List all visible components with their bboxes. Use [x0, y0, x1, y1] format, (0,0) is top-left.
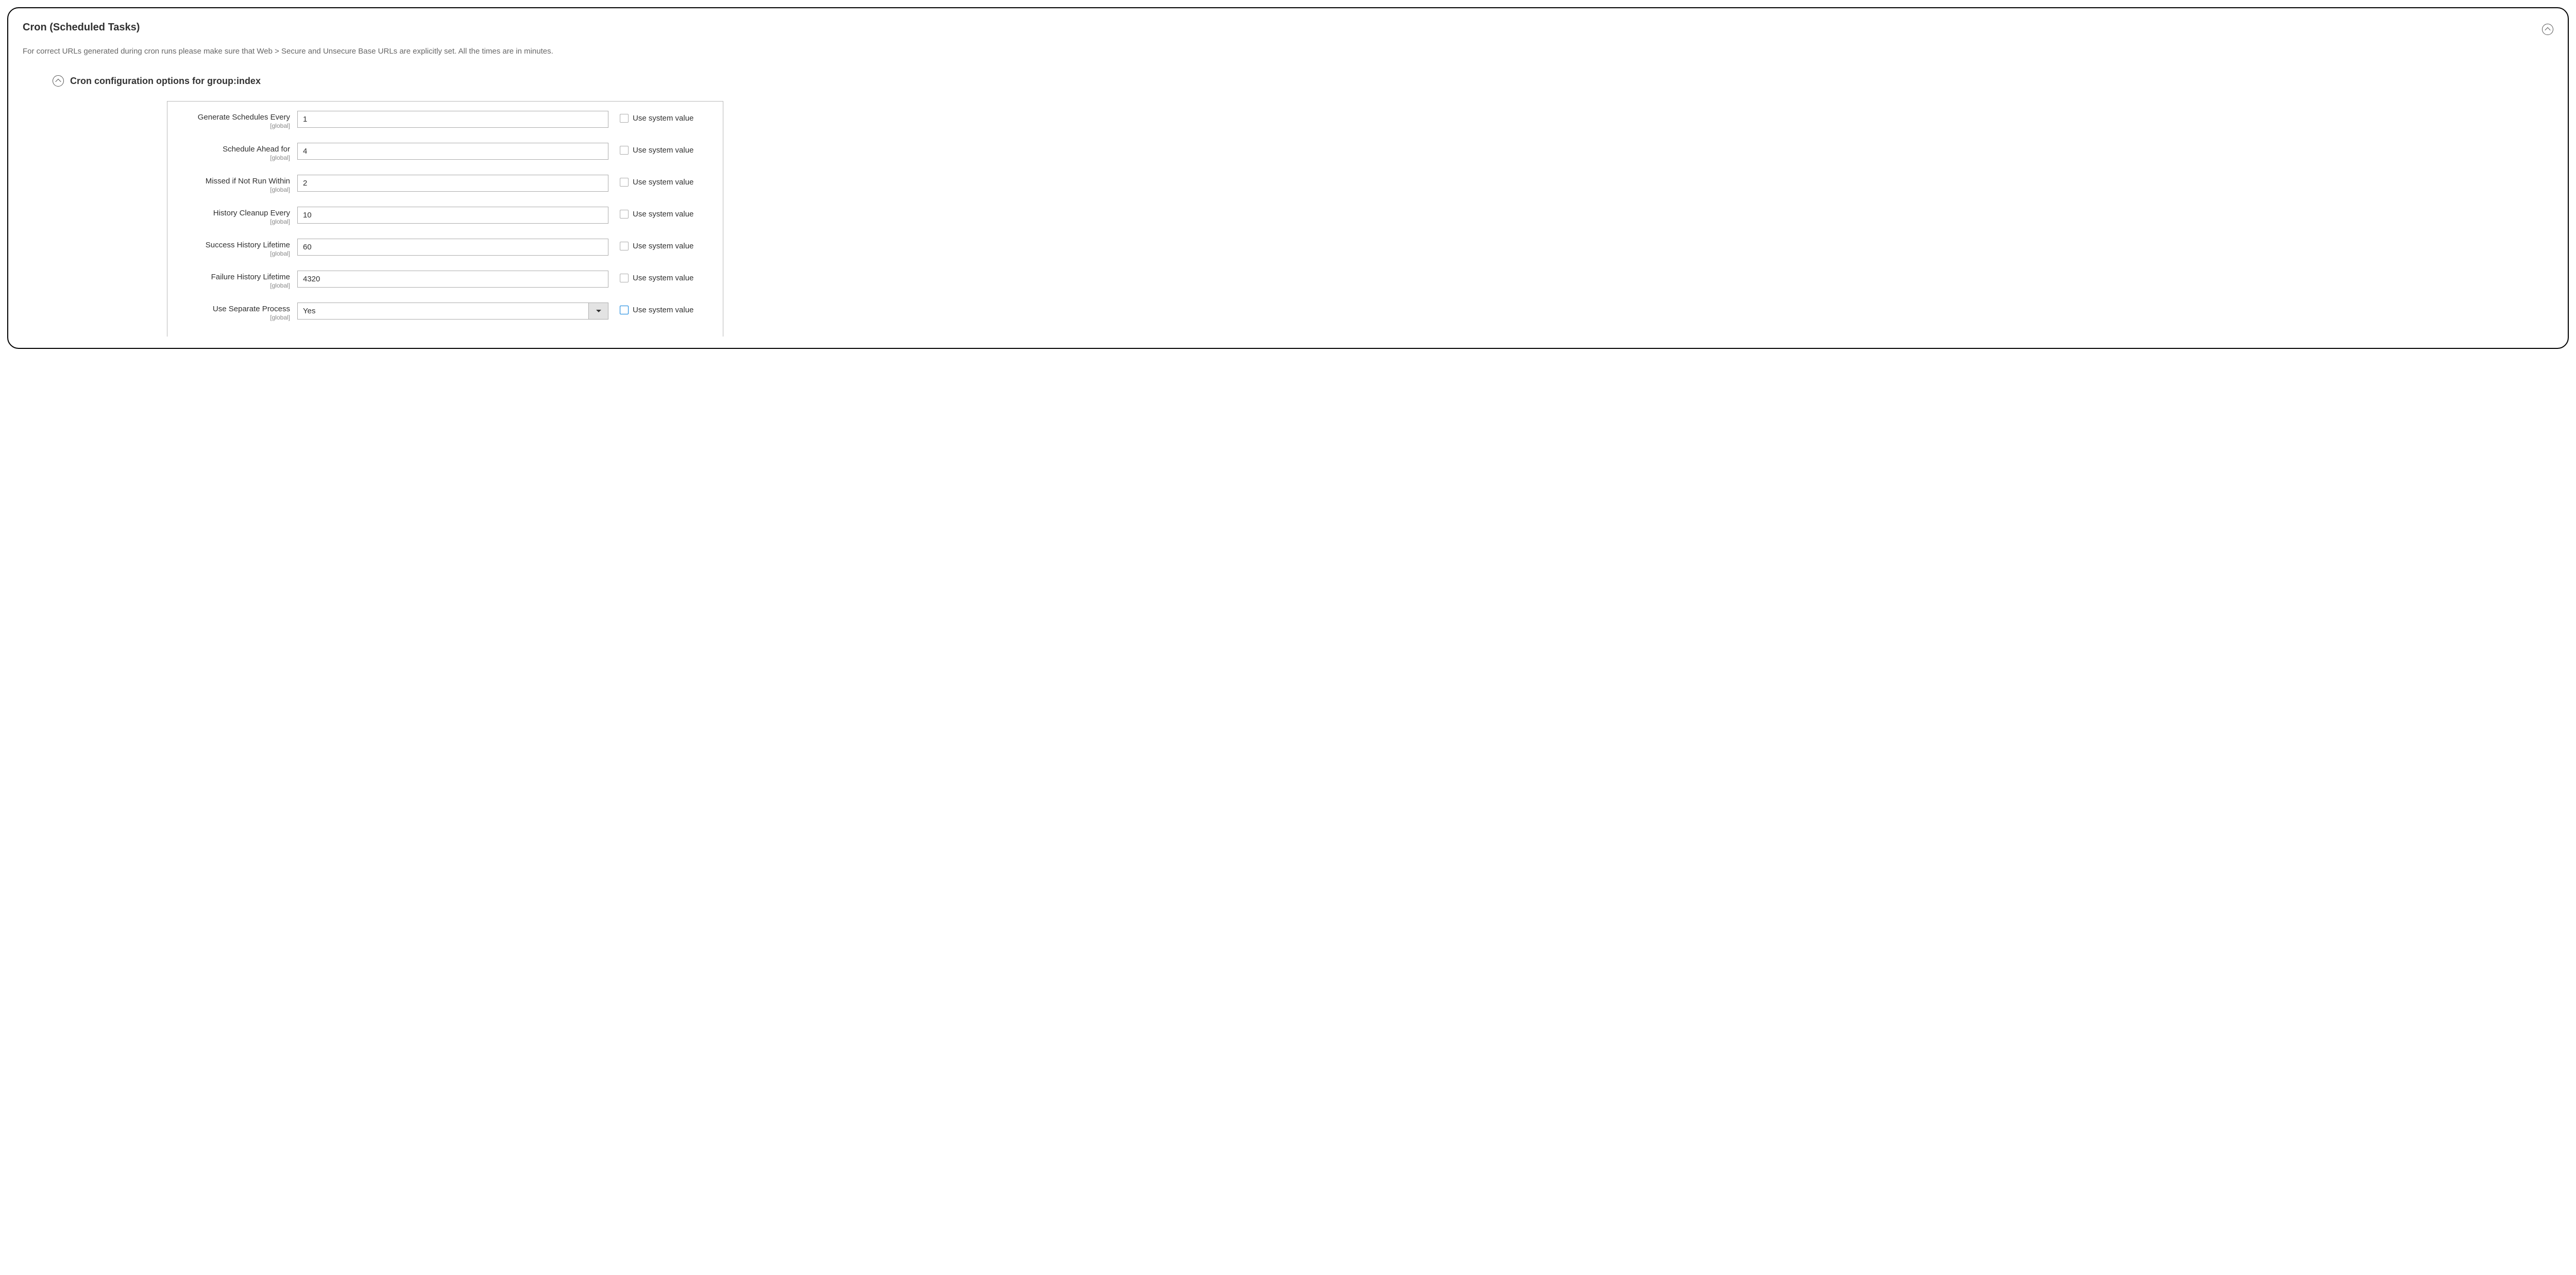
use-system-checkbox[interactable]	[620, 178, 629, 187]
group-collapse-button[interactable]	[53, 75, 64, 87]
field-label: Success History Lifetime [global]	[179, 239, 297, 257]
generate-schedules-every-input[interactable]	[297, 111, 608, 128]
use-system-wrap: Use system value	[608, 239, 711, 250]
success-history-lifetime-input[interactable]	[297, 239, 608, 256]
schedule-ahead-for-input[interactable]	[297, 143, 608, 160]
field-label: Missed if Not Run Within [global]	[179, 175, 297, 193]
use-system-label[interactable]: Use system value	[633, 210, 693, 219]
field-label-text: Schedule Ahead for	[223, 145, 290, 154]
field-input-wrap: Yes	[297, 303, 608, 320]
use-system-label[interactable]: Use system value	[633, 114, 693, 123]
group-header: Cron configuration options for group:ind…	[53, 75, 2553, 87]
field-label-text: Failure History Lifetime	[211, 273, 290, 281]
field-input-wrap	[297, 175, 608, 192]
field-input-wrap	[297, 207, 608, 224]
field-label: Use Separate Process [global]	[179, 303, 297, 321]
failure-history-lifetime-input[interactable]	[297, 271, 608, 288]
use-system-wrap: Use system value	[608, 303, 711, 314]
use-system-wrap: Use system value	[608, 207, 711, 219]
use-system-label[interactable]: Use system value	[633, 178, 693, 187]
field-row-generate-schedules-every: Generate Schedules Every [global] Use sy…	[179, 111, 711, 129]
history-cleanup-every-input[interactable]	[297, 207, 608, 224]
field-label: Failure History Lifetime [global]	[179, 271, 297, 289]
use-system-label[interactable]: Use system value	[633, 146, 693, 155]
field-label-text: Use Separate Process	[213, 305, 290, 313]
chevron-up-icon	[2545, 27, 2550, 33]
field-label-text: Generate Schedules Every	[198, 113, 290, 122]
field-scope: [global]	[179, 154, 290, 161]
field-scope: [global]	[179, 218, 290, 225]
group-title: Cron configuration options for group:ind…	[70, 76, 261, 87]
field-label: History Cleanup Every [global]	[179, 207, 297, 225]
panel-notice: For correct URLs generated during cron r…	[23, 47, 2553, 56]
use-system-wrap: Use system value	[608, 111, 711, 123]
field-label: Generate Schedules Every [global]	[179, 111, 297, 129]
field-scope: [global]	[179, 186, 290, 193]
field-input-wrap	[297, 143, 608, 160]
field-label-text: History Cleanup Every	[213, 209, 290, 217]
use-system-checkbox[interactable]	[620, 146, 629, 155]
field-scope: [global]	[179, 250, 290, 257]
select-dropdown-button[interactable]	[588, 303, 608, 319]
use-system-checkbox[interactable]	[620, 210, 629, 219]
use-system-checkbox[interactable]	[620, 274, 629, 282]
use-system-checkbox[interactable]	[620, 114, 629, 123]
use-system-checkbox[interactable]	[620, 242, 629, 250]
use-system-wrap: Use system value	[608, 143, 711, 155]
field-scope: [global]	[179, 122, 290, 129]
use-system-label[interactable]: Use system value	[633, 274, 693, 282]
panel-title: Cron (Scheduled Tasks)	[23, 22, 2553, 33]
field-label: Schedule Ahead for [global]	[179, 143, 297, 161]
caret-down-icon	[596, 310, 601, 312]
field-row-history-cleanup-every: History Cleanup Every [global] Use syste…	[179, 207, 711, 225]
field-input-wrap	[297, 271, 608, 288]
use-system-wrap: Use system value	[608, 175, 711, 187]
field-scope: [global]	[179, 282, 290, 289]
field-row-failure-history-lifetime: Failure History Lifetime [global] Use sy…	[179, 271, 711, 289]
field-row-missed-if-not-run-within: Missed if Not Run Within [global] Use sy…	[179, 175, 711, 193]
chevron-up-icon	[55, 79, 61, 85]
use-system-wrap: Use system value	[608, 271, 711, 282]
field-label-text: Success History Lifetime	[206, 241, 290, 249]
field-label-text: Missed if Not Run Within	[206, 177, 290, 186]
field-row-schedule-ahead-for: Schedule Ahead for [global] Use system v…	[179, 143, 711, 161]
use-system-label[interactable]: Use system value	[633, 242, 693, 250]
field-row-success-history-lifetime: Success History Lifetime [global] Use sy…	[179, 239, 711, 257]
field-input-wrap	[297, 239, 608, 256]
fieldset: Generate Schedules Every [global] Use sy…	[167, 101, 723, 337]
cron-panel: Cron (Scheduled Tasks) For correct URLs …	[7, 7, 2569, 349]
panel-collapse-button[interactable]	[2542, 24, 2553, 35]
field-row-use-separate-process: Use Separate Process [global] Yes Use sy…	[179, 303, 711, 321]
use-system-label[interactable]: Use system value	[633, 306, 693, 314]
use-separate-process-select[interactable]: Yes	[297, 303, 608, 320]
use-system-checkbox[interactable]	[620, 306, 629, 314]
select-value: Yes	[298, 303, 588, 319]
field-input-wrap	[297, 111, 608, 128]
missed-if-not-run-within-input[interactable]	[297, 175, 608, 192]
field-scope: [global]	[179, 314, 290, 321]
